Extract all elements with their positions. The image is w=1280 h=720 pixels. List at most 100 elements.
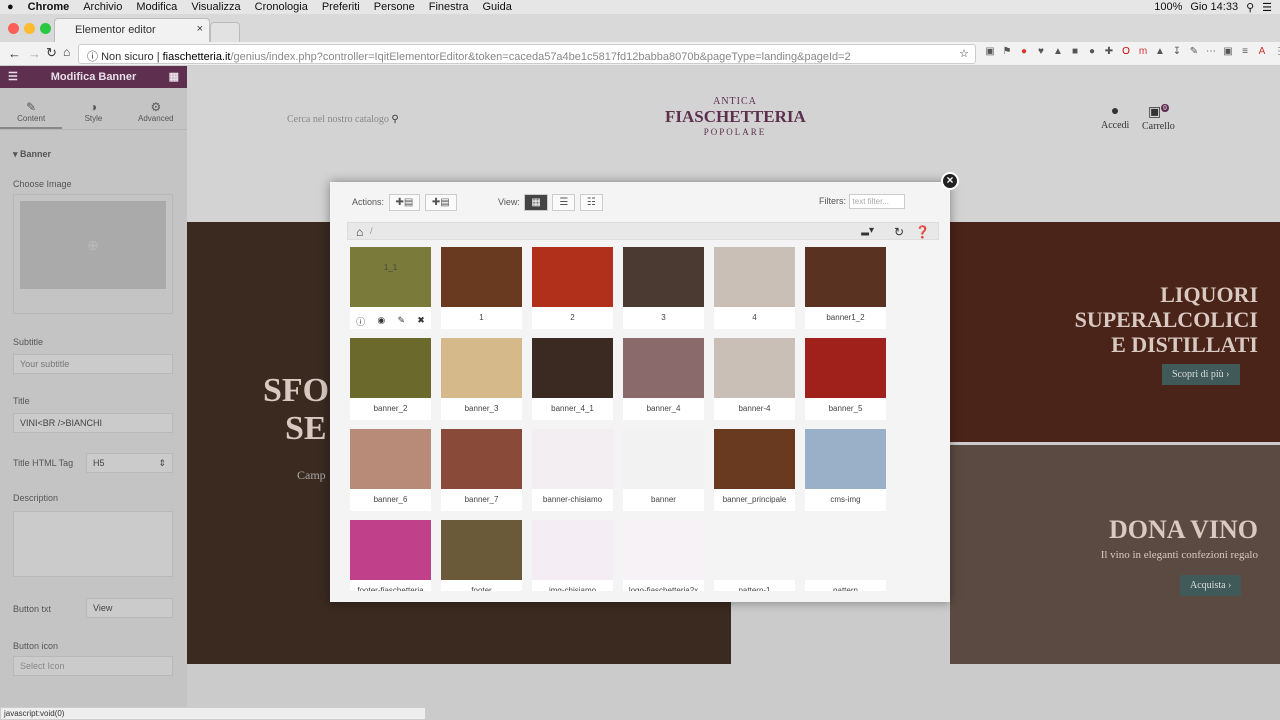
button-text-input[interactable]: View	[86, 598, 173, 618]
tab-style[interactable]: ◑ Style	[62, 88, 124, 129]
refresh-icon[interactable]: ↻	[894, 225, 904, 239]
file-thumbnail[interactable]	[441, 247, 522, 307]
home-icon[interactable]: ⌂	[63, 45, 70, 59]
cart-link[interactable]: ▣ 0 Carrello	[1142, 104, 1175, 132]
delete-icon[interactable]: ✖	[417, 315, 425, 328]
file-item[interactable]: banner_4	[623, 338, 704, 420]
title-input[interactable]: VINI<BR />BIANCHI	[13, 413, 173, 433]
file-thumbnail[interactable]	[714, 247, 795, 307]
file-thumbnail[interactable]	[350, 429, 431, 489]
plus-icon[interactable]: ✚	[1103, 46, 1115, 60]
tag-select[interactable]: H5 ⇕	[86, 453, 173, 473]
file-thumbnail[interactable]	[623, 520, 704, 580]
file-item[interactable]: img-chisiamo	[532, 520, 613, 591]
new-folder-button[interactable]: ✚▤	[424, 194, 457, 211]
pin-icon[interactable]: ⚑	[1001, 46, 1013, 60]
file-thumbnail[interactable]	[350, 338, 431, 398]
file-item[interactable]: banner_3	[441, 338, 522, 420]
close-dialog-button[interactable]: ×	[941, 172, 959, 190]
section-toggle[interactable]: ▾ Banner	[13, 149, 51, 160]
file-item[interactable]: banner-chisiamo	[532, 429, 613, 511]
twitter-icon[interactable]: ●	[1086, 46, 1098, 60]
menu-list-icon[interactable]: ☰	[1262, 1, 1272, 14]
file-item[interactable]: banner1_2	[805, 247, 886, 329]
file-thumbnail[interactable]	[441, 520, 522, 580]
description-textarea[interactable]	[13, 511, 173, 577]
file-item[interactable]: banner_7	[441, 429, 522, 511]
pen-icon[interactable]: ✎	[1188, 46, 1200, 60]
filter-input[interactable]: text filter...	[848, 194, 905, 209]
file-item[interactable]: banner_4_1	[532, 338, 613, 420]
menu-item[interactable]: Finestra	[429, 1, 469, 13]
search-icon[interactable]: ⚲	[391, 114, 398, 125]
login-link[interactable]: ● Accedi	[1101, 104, 1129, 131]
preview-icon[interactable]: ◉	[377, 315, 385, 328]
file-item[interactable]: 4	[714, 247, 795, 329]
tab-advanced[interactable]: ⚙ Advanced	[125, 88, 187, 129]
tab-content[interactable]: ✎ Content	[0, 88, 63, 129]
new-tab-button[interactable]	[210, 22, 240, 42]
upload-file-button[interactable]: ✚▤	[388, 194, 421, 211]
file-thumbnail[interactable]	[623, 247, 704, 307]
subtitle-input[interactable]: Your subtitle	[13, 354, 173, 374]
file-thumbnail[interactable]	[623, 429, 704, 489]
file-item[interactable]: 2	[532, 247, 613, 329]
file-thumbnail[interactable]	[714, 429, 795, 489]
forward-icon[interactable]: →	[28, 46, 41, 61]
menu-item[interactable]: Modifica	[136, 1, 177, 13]
file-item[interactable]: banner_2	[350, 338, 431, 420]
minimize-window-button[interactable]	[24, 23, 35, 34]
file-item[interactable]: footer	[441, 520, 522, 591]
menu-item[interactable]: Preferiti	[322, 1, 360, 13]
menu-item[interactable]: Archivio	[83, 1, 122, 13]
apple-icon[interactable]: ●	[7, 1, 14, 13]
grid-icon[interactable]: ▦	[169, 66, 179, 88]
camera-icon[interactable]: ▣	[1222, 46, 1234, 60]
browser-tab[interactable]: Elementor editor ×	[54, 18, 210, 42]
file-thumbnail[interactable]	[805, 520, 886, 580]
bookmark-star-icon[interactable]: ☆	[959, 47, 969, 60]
file-thumbnail[interactable]	[532, 338, 613, 398]
clock[interactable]: Gio 14:33	[1190, 1, 1238, 13]
image-picker[interactable]: ⊕	[13, 194, 173, 314]
profile-icon[interactable]: A	[1256, 46, 1268, 60]
file-item[interactable]: banner_principale	[714, 429, 795, 511]
zoom-window-button[interactable]	[40, 23, 51, 34]
evernote-icon[interactable]: ▲	[1154, 46, 1166, 60]
file-thumbnail[interactable]	[532, 247, 613, 307]
hamburger-icon[interactable]: ☰	[8, 66, 18, 88]
columns-view-button[interactable]: ☷	[579, 194, 603, 211]
ext-icon[interactable]: ■	[1069, 46, 1081, 60]
file-thumbnail[interactable]	[714, 520, 795, 580]
file-item[interactable]: cms-img	[805, 429, 886, 511]
rename-icon[interactable]: ✎	[398, 315, 406, 328]
file-item[interactable]: pattern	[805, 520, 886, 591]
more-icon[interactable]: ⋮	[1273, 46, 1280, 60]
opera-icon[interactable]: O	[1120, 46, 1132, 60]
liquori-banner[interactable]: LIQUORI SUPERALCOLICI E DISTILLATI Scopri …	[950, 222, 1280, 442]
button-icon-select[interactable]: Select Icon	[13, 656, 173, 676]
grid-view-button[interactable]: ▦	[524, 194, 548, 211]
adblock-icon[interactable]: ●	[1018, 46, 1030, 60]
lastpass-icon[interactable]: ⋯	[1205, 46, 1217, 60]
file-item[interactable]: 1	[441, 247, 522, 329]
site-search[interactable]: Cerca nel nostro catalogo ⚲	[287, 114, 417, 125]
download-icon[interactable]: ↧	[1171, 46, 1183, 60]
file-thumbnail[interactable]	[532, 520, 613, 580]
file-thumbnail[interactable]	[623, 338, 704, 398]
menu-item[interactable]: Cronologia	[255, 1, 308, 13]
file-thumbnail[interactable]	[805, 338, 886, 398]
info-icon[interactable]: ⓘ	[356, 315, 365, 328]
plus-circle-icon[interactable]: ⊕	[20, 201, 166, 289]
file-item[interactable]: logo-fiaschetteria2x	[623, 520, 704, 591]
cast-icon[interactable]: ▣	[984, 46, 996, 60]
file-thumbnail[interactable]	[441, 429, 522, 489]
menu-item[interactable]: Guida	[482, 1, 511, 13]
file-thumbnail[interactable]	[441, 338, 522, 398]
pocket-icon[interactable]: ♥	[1035, 46, 1047, 60]
layers-icon[interactable]: ≡	[1239, 46, 1251, 60]
acquista-button[interactable]: Acquista ›	[1180, 575, 1242, 596]
app-menu[interactable]: Chrome	[28, 1, 70, 13]
site-logo[interactable]: ANTICA FIASCHETTERIA POPOLARE	[665, 96, 806, 151]
file-thumbnail[interactable]	[350, 247, 431, 307]
